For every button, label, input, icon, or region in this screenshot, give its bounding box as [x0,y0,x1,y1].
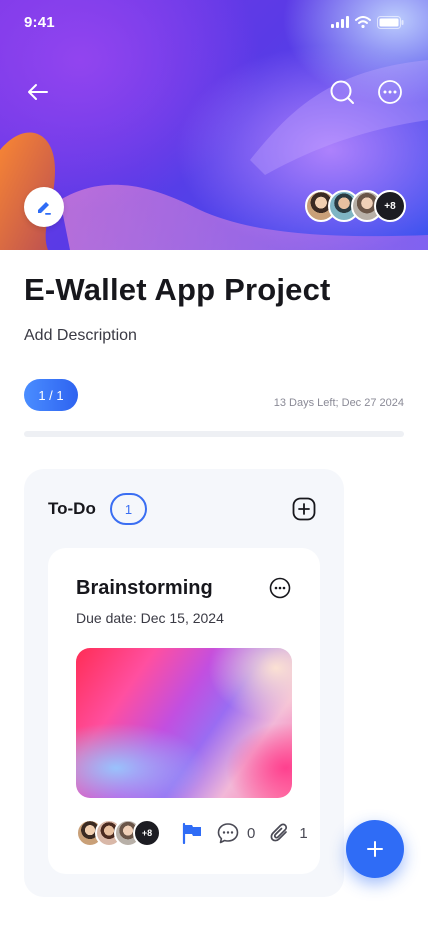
project-cover-banner: 9:41 +8 [0,0,428,250]
plus-square-icon [292,497,316,521]
task-title: Brainstorming [76,577,213,599]
task-assignees[interactable]: +8 [76,819,161,847]
column-count-badge: 1 [110,493,147,525]
more-horizontal-icon [378,80,402,104]
edit-cover-button[interactable] [24,187,64,227]
task-count-pill: 1 / 1 [24,379,78,411]
task-card[interactable]: Brainstorming Due date: Dec 15, 2024 +8 [48,548,320,874]
comment-count: 0 [247,824,256,842]
arrow-left-icon [28,84,48,100]
team-avatars[interactable]: +8 [305,190,406,222]
plus-icon [367,841,383,857]
task-footer: +8 0 1 [76,818,308,848]
search-button[interactable] [328,78,356,106]
task-more-button[interactable] [268,576,292,600]
status-time: 9:41 [24,13,55,31]
project-title: E-Wallet App Project [24,272,331,307]
column-title: To-Do [48,499,96,518]
status-icons [331,15,404,29]
add-fab-button[interactable] [346,820,404,878]
attachments-button[interactable]: 1 [269,822,308,844]
add-description-field[interactable]: Add Description [24,327,137,345]
add-task-button[interactable] [292,497,316,521]
priority-flag-button[interactable] [181,822,203,844]
more-assignees-badge: +8 [133,819,161,847]
wifi-icon [355,16,371,28]
search-icon [330,80,354,104]
flag-icon [182,822,201,844]
comments-button[interactable]: 0 [217,822,255,844]
more-members-badge: +8 [374,190,406,222]
pencil-icon [38,202,51,215]
paperclip-icon [270,823,288,842]
attachment-count: 1 [299,824,308,842]
chat-bubble-icon [217,823,239,844]
deadline-text: 13 Days Left; Dec 27 2024 [273,397,404,409]
more-horizontal-icon [269,577,291,599]
battery-icon [377,15,404,29]
todo-column: To-Do 1 Brainstorming Due date: Dec 15, … [24,469,344,897]
task-cover-image [76,648,292,798]
task-due-date: Due date: Dec 15, 2024 [76,610,224,626]
back-button[interactable] [24,78,52,106]
more-options-button[interactable] [376,78,404,106]
signal-icon [331,16,349,28]
project-progress-bar [24,431,404,437]
status-bar: 9:41 [0,0,428,44]
